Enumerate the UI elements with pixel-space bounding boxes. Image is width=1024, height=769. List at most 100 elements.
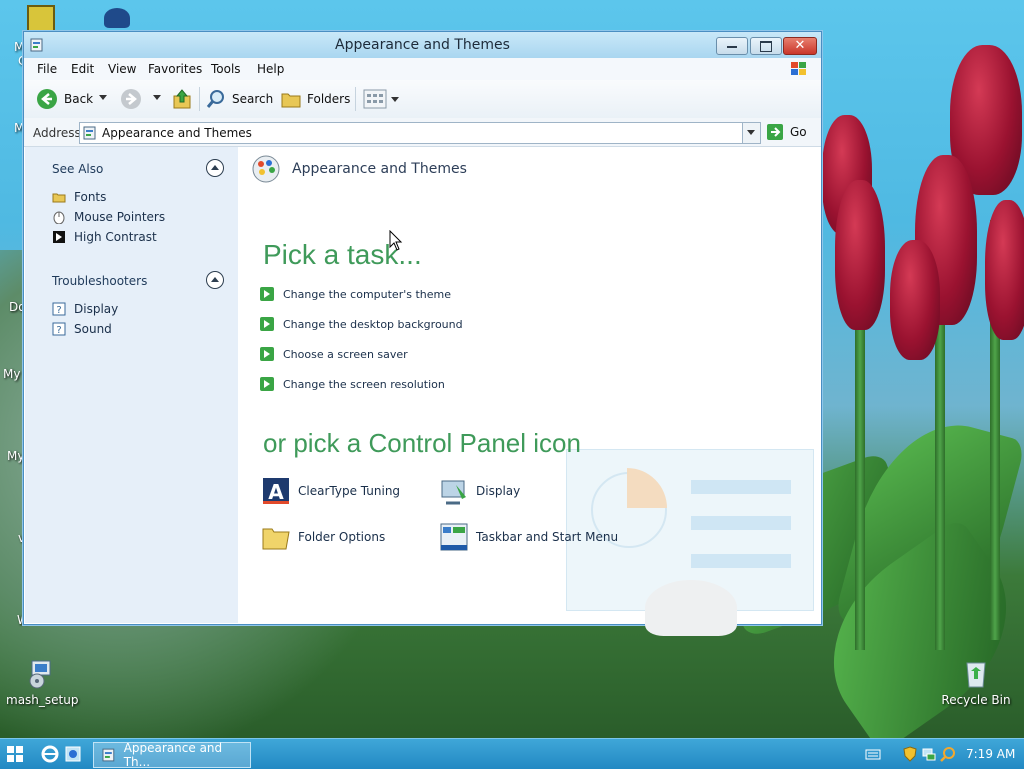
close-button[interactable]: ✕ bbox=[783, 37, 817, 55]
menu-view[interactable]: View bbox=[108, 62, 136, 76]
quick-launch-icon bbox=[65, 746, 81, 762]
title-bar[interactable]: Appearance and Themes ✕ bbox=[24, 32, 821, 58]
menu-favorites[interactable]: Favorites bbox=[148, 62, 202, 76]
recycle-bin-icon-group[interactable]: Recycle Bin bbox=[940, 657, 1012, 707]
task-change-desktop-background[interactable]: Change the desktop background bbox=[260, 316, 463, 332]
folders-icon bbox=[281, 93, 301, 108]
quick-launch-app[interactable] bbox=[63, 744, 83, 764]
maximize-icon bbox=[760, 41, 772, 52]
security-shield-icon[interactable] bbox=[902, 746, 918, 762]
cp-icon-display[interactable]: Display bbox=[438, 475, 520, 507]
back-button[interactable]: Back bbox=[36, 88, 93, 110]
toolbar-separator bbox=[199, 87, 200, 111]
high-contrast-icon bbox=[53, 231, 65, 243]
task-sidebar: See Also Fonts Mouse Pointers High Contr… bbox=[25, 147, 238, 623]
cp-icon-label: Taskbar and Start Menu bbox=[476, 530, 619, 544]
toolbar-separator bbox=[355, 87, 356, 111]
sidebar-item-label: Fonts bbox=[74, 190, 107, 204]
toolbar: Back Search Folders bbox=[24, 80, 821, 119]
menu-file[interactable]: File bbox=[37, 62, 57, 76]
forward-button[interactable] bbox=[120, 88, 142, 110]
svg-text:?: ? bbox=[56, 325, 61, 336]
menu-edit[interactable]: Edit bbox=[71, 62, 94, 76]
sidebar-item-label: Mouse Pointers bbox=[74, 210, 166, 224]
windows-logo-icon bbox=[789, 60, 809, 78]
fonts-folder-icon bbox=[52, 193, 66, 203]
start-button[interactable] bbox=[6, 745, 24, 763]
views-button[interactable] bbox=[363, 88, 399, 110]
troubleshooters-heading[interactable]: Troubleshooters bbox=[52, 274, 147, 288]
back-label: Back bbox=[64, 92, 94, 106]
control-panel-icon bbox=[102, 748, 115, 762]
cp-icon-cleartype-tuning[interactable]: A ClearType Tuning bbox=[260, 475, 400, 507]
keyboard-icon[interactable] bbox=[865, 747, 881, 761]
maximize-button[interactable] bbox=[750, 37, 782, 55]
back-arrow-icon bbox=[37, 89, 57, 109]
task-label: Change the desktop background bbox=[283, 317, 463, 331]
address-control-panel-icon bbox=[83, 126, 96, 140]
see-also-heading[interactable]: See Also bbox=[52, 162, 103, 176]
task-label: Change the computer's theme bbox=[283, 287, 451, 301]
collapse-see-also-button[interactable] bbox=[206, 159, 224, 177]
forward-arrow-icon bbox=[121, 89, 141, 109]
sidebar-item-sound[interactable]: ? Sound bbox=[52, 321, 112, 337]
task-change-theme[interactable]: Change the computer's theme bbox=[260, 286, 451, 302]
desktop-label-partial[interactable]: My bbox=[3, 367, 20, 381]
svg-text:?: ? bbox=[56, 305, 61, 316]
content-header: Appearance and Themes bbox=[250, 153, 467, 185]
tulip bbox=[985, 200, 1024, 340]
clock[interactable]: 7:19 AM bbox=[966, 747, 1015, 761]
menu-tools[interactable]: Tools bbox=[211, 62, 241, 76]
tulip-stem bbox=[935, 300, 945, 650]
green-arrow-icon bbox=[260, 317, 274, 331]
sidebar-item-high-contrast[interactable]: High Contrast bbox=[52, 229, 157, 245]
task-label: Change the screen resolution bbox=[283, 377, 445, 391]
desktop-icon-label: Recycle Bin bbox=[941, 693, 1011, 707]
quick-launch-internet-explorer[interactable] bbox=[40, 744, 60, 764]
collapse-troubleshooters-button[interactable] bbox=[206, 271, 224, 289]
up-folder-button[interactable] bbox=[171, 88, 193, 110]
tulip bbox=[835, 180, 885, 330]
network-icon[interactable] bbox=[921, 746, 937, 762]
search-button[interactable]: Search bbox=[205, 88, 273, 110]
sidebar-item-display[interactable]: ? Display bbox=[52, 301, 118, 317]
green-arrow-icon bbox=[260, 287, 274, 301]
sidebar-item-mouse-pointers[interactable]: Mouse Pointers bbox=[52, 209, 165, 225]
task-choose-screen-saver[interactable]: Choose a screen saver bbox=[260, 346, 408, 362]
appearance-themes-icon bbox=[252, 155, 280, 183]
desktop-icon-partial[interactable] bbox=[104, 8, 130, 28]
desktop-icon-label: mash_setup bbox=[6, 693, 79, 707]
task-change-screen-resolution[interactable]: Change the screen resolution bbox=[260, 376, 445, 392]
chevron-down-icon bbox=[747, 130, 755, 135]
tulip bbox=[890, 240, 940, 360]
minimize-button[interactable] bbox=[716, 37, 748, 55]
cleartype-icon: A bbox=[263, 478, 289, 504]
sidebar-item-label: High Contrast bbox=[74, 230, 157, 244]
forward-dropdown-icon[interactable] bbox=[153, 95, 161, 100]
taskbar-start-menu-icon bbox=[440, 523, 468, 551]
sidebar-item-label: Sound bbox=[74, 322, 112, 336]
address-dropdown-button[interactable] bbox=[742, 123, 760, 143]
explorer-window: Appearance and Themes ✕ File Edit View F… bbox=[23, 31, 822, 636]
go-button[interactable]: Go bbox=[766, 123, 807, 141]
recycle-bin-icon bbox=[960, 657, 992, 689]
taskbar-app-button[interactable]: Appearance and Th... bbox=[93, 741, 251, 769]
folders-button[interactable]: Folders bbox=[280, 88, 350, 110]
address-input[interactable]: Appearance and Themes bbox=[79, 122, 761, 144]
sidebar-item-label: Display bbox=[74, 302, 119, 316]
main-content: Appearance and Themes Pick a task... Cha… bbox=[238, 147, 820, 636]
sidebar-item-fonts[interactable]: Fonts bbox=[52, 189, 106, 205]
back-dropdown-icon[interactable] bbox=[99, 95, 107, 100]
cp-icon-folder-options[interactable]: Folder Options bbox=[260, 521, 385, 553]
mash-setup-icon-group[interactable]: mash_setup bbox=[6, 657, 79, 707]
cp-icon-taskbar-start-menu[interactable]: Taskbar and Start Menu bbox=[438, 521, 618, 553]
search-icon bbox=[206, 90, 224, 108]
menu-help[interactable]: Help bbox=[257, 62, 284, 76]
close-icon: ✕ bbox=[794, 38, 806, 53]
window-title: Appearance and Themes bbox=[335, 37, 510, 53]
green-arrow-icon bbox=[260, 377, 274, 391]
address-value: Appearance and Themes bbox=[102, 126, 252, 140]
desktop-icon-partial[interactable] bbox=[27, 5, 55, 33]
search-tray-icon[interactable] bbox=[940, 746, 956, 762]
desktop-label-partial[interactable]: My bbox=[7, 449, 24, 463]
